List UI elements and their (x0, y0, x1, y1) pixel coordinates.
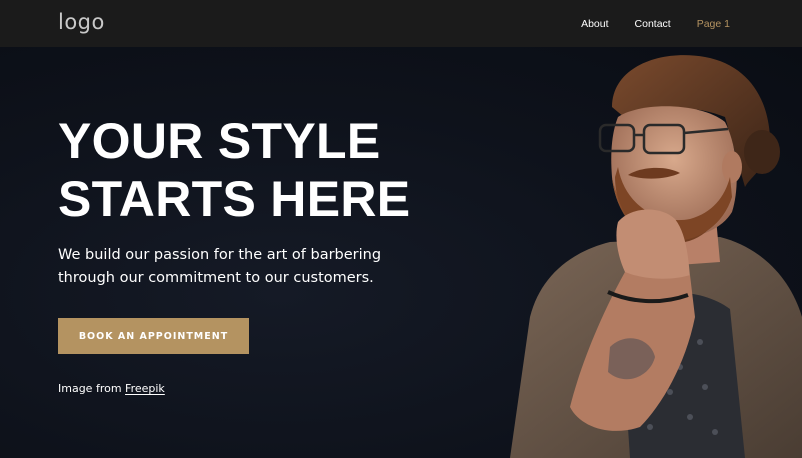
hero-section: YOUR STYLE STARTS HERE We build our pass… (0, 47, 802, 458)
nav-link-page-1[interactable]: Page 1 (697, 18, 730, 30)
logo[interactable]: logo (58, 10, 105, 34)
hero-subtitle: We build our passion for the art of barb… (58, 247, 382, 286)
hero-title-line-1: YOUR STYLE (58, 113, 381, 169)
portrait-photo (510, 55, 802, 458)
freepik-link[interactable]: Freepik (125, 382, 165, 395)
nav-link-about[interactable]: About (581, 18, 608, 30)
hero-title: YOUR STYLE STARTS HERE (58, 112, 410, 228)
main-nav: About Contact Page 1 (555, 0, 730, 47)
hero-title-line-2: STARTS HERE (58, 171, 411, 227)
credit-prefix: Image from (58, 382, 122, 395)
page: logo About Contact Page 1 YOUR STYLE STA… (0, 0, 802, 458)
site-header: logo About Contact Page 1 (0, 0, 802, 47)
nav-link-contact[interactable]: Contact (635, 18, 671, 30)
image-credit: Image from Freepik (58, 382, 165, 395)
book-appointment-button[interactable]: BOOK AN APPOINTMENT (58, 318, 249, 354)
